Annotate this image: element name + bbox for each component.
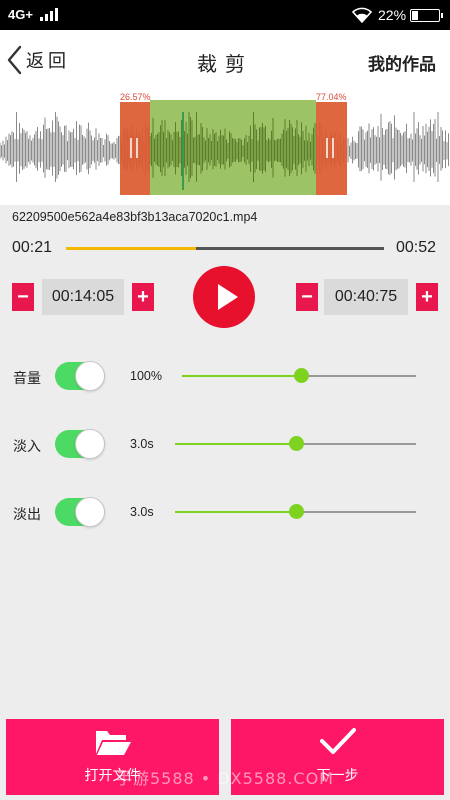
left-percent-label: 26.57% bbox=[120, 92, 151, 102]
volume-label: 音量 bbox=[13, 371, 41, 387]
fade-in-toggle[interactable] bbox=[55, 429, 105, 459]
battery-percent: 22% bbox=[378, 7, 407, 23]
volume-toggle[interactable] bbox=[55, 361, 105, 391]
progress-bar[interactable] bbox=[66, 247, 384, 250]
end-time-box[interactable]: 00:40:75 bbox=[324, 279, 408, 315]
fade-out-slider[interactable] bbox=[175, 504, 416, 519]
left-trim-handle bbox=[120, 102, 150, 195]
current-time: 00:21 bbox=[12, 239, 53, 256]
next-step-button[interactable]: 下一步 bbox=[231, 719, 444, 795]
start-plus-button[interactable]: + bbox=[132, 283, 154, 311]
right-percent-label: 77.04% bbox=[316, 92, 347, 102]
start-time-box[interactable]: 00:14:05 bbox=[42, 279, 124, 315]
fade-in-row: 淡入 3.0s bbox=[0, 424, 450, 464]
nav-bar: 返回 裁剪 我的作品 bbox=[0, 30, 450, 90]
fade-in-slider[interactable] bbox=[175, 436, 416, 451]
fade-out-row: 淡出 3.0s bbox=[0, 492, 450, 532]
end-plus-button[interactable]: + bbox=[416, 283, 438, 311]
total-time: 00:52 bbox=[395, 239, 436, 256]
file-name: 62209500e562a4e83bf3b13aca7020c1.mp4 bbox=[12, 210, 258, 224]
volume-row: 音量 100% bbox=[0, 356, 450, 396]
my-works-link[interactable]: 我的作品 bbox=[368, 50, 436, 75]
network-indicator: 4G+ bbox=[8, 7, 33, 22]
fade-out-value: 3.0s bbox=[130, 505, 154, 519]
fade-in-label: 淡入 bbox=[13, 439, 41, 455]
battery-icon bbox=[410, 9, 443, 22]
fade-out-toggle[interactable] bbox=[55, 497, 105, 527]
play-button[interactable] bbox=[193, 266, 255, 328]
open-file-button[interactable]: 打开文件 bbox=[6, 719, 219, 795]
wifi-icon bbox=[352, 7, 372, 23]
folder-open-icon bbox=[96, 731, 131, 755]
fade-in-value: 3.0s bbox=[130, 437, 154, 451]
checkmark-icon bbox=[320, 728, 356, 754]
open-file-label: 打开文件 bbox=[84, 768, 141, 784]
status-bar: 4G+ 22% bbox=[0, 0, 450, 30]
waveform bbox=[0, 100, 449, 195]
volume-value: 100% bbox=[130, 369, 162, 383]
right-trim-handle bbox=[316, 102, 347, 195]
next-step-label: 下一步 bbox=[316, 768, 359, 784]
fade-out-label: 淡出 bbox=[13, 507, 41, 523]
signal-icon bbox=[40, 8, 58, 21]
end-minus-button[interactable]: − bbox=[296, 283, 318, 311]
settings-panel: 音量 100% 淡入 3.0s 淡出 3.0s bbox=[0, 334, 450, 724]
start-minus-button[interactable]: − bbox=[12, 283, 34, 311]
volume-slider[interactable] bbox=[182, 368, 416, 383]
waveform-editor[interactable]: 26.57% 77.04% bbox=[0, 90, 450, 205]
trim-controls: − 00:14:05 + − 00:40:75 + bbox=[0, 262, 450, 334]
playback-row: 00:21 00:52 bbox=[0, 236, 450, 264]
